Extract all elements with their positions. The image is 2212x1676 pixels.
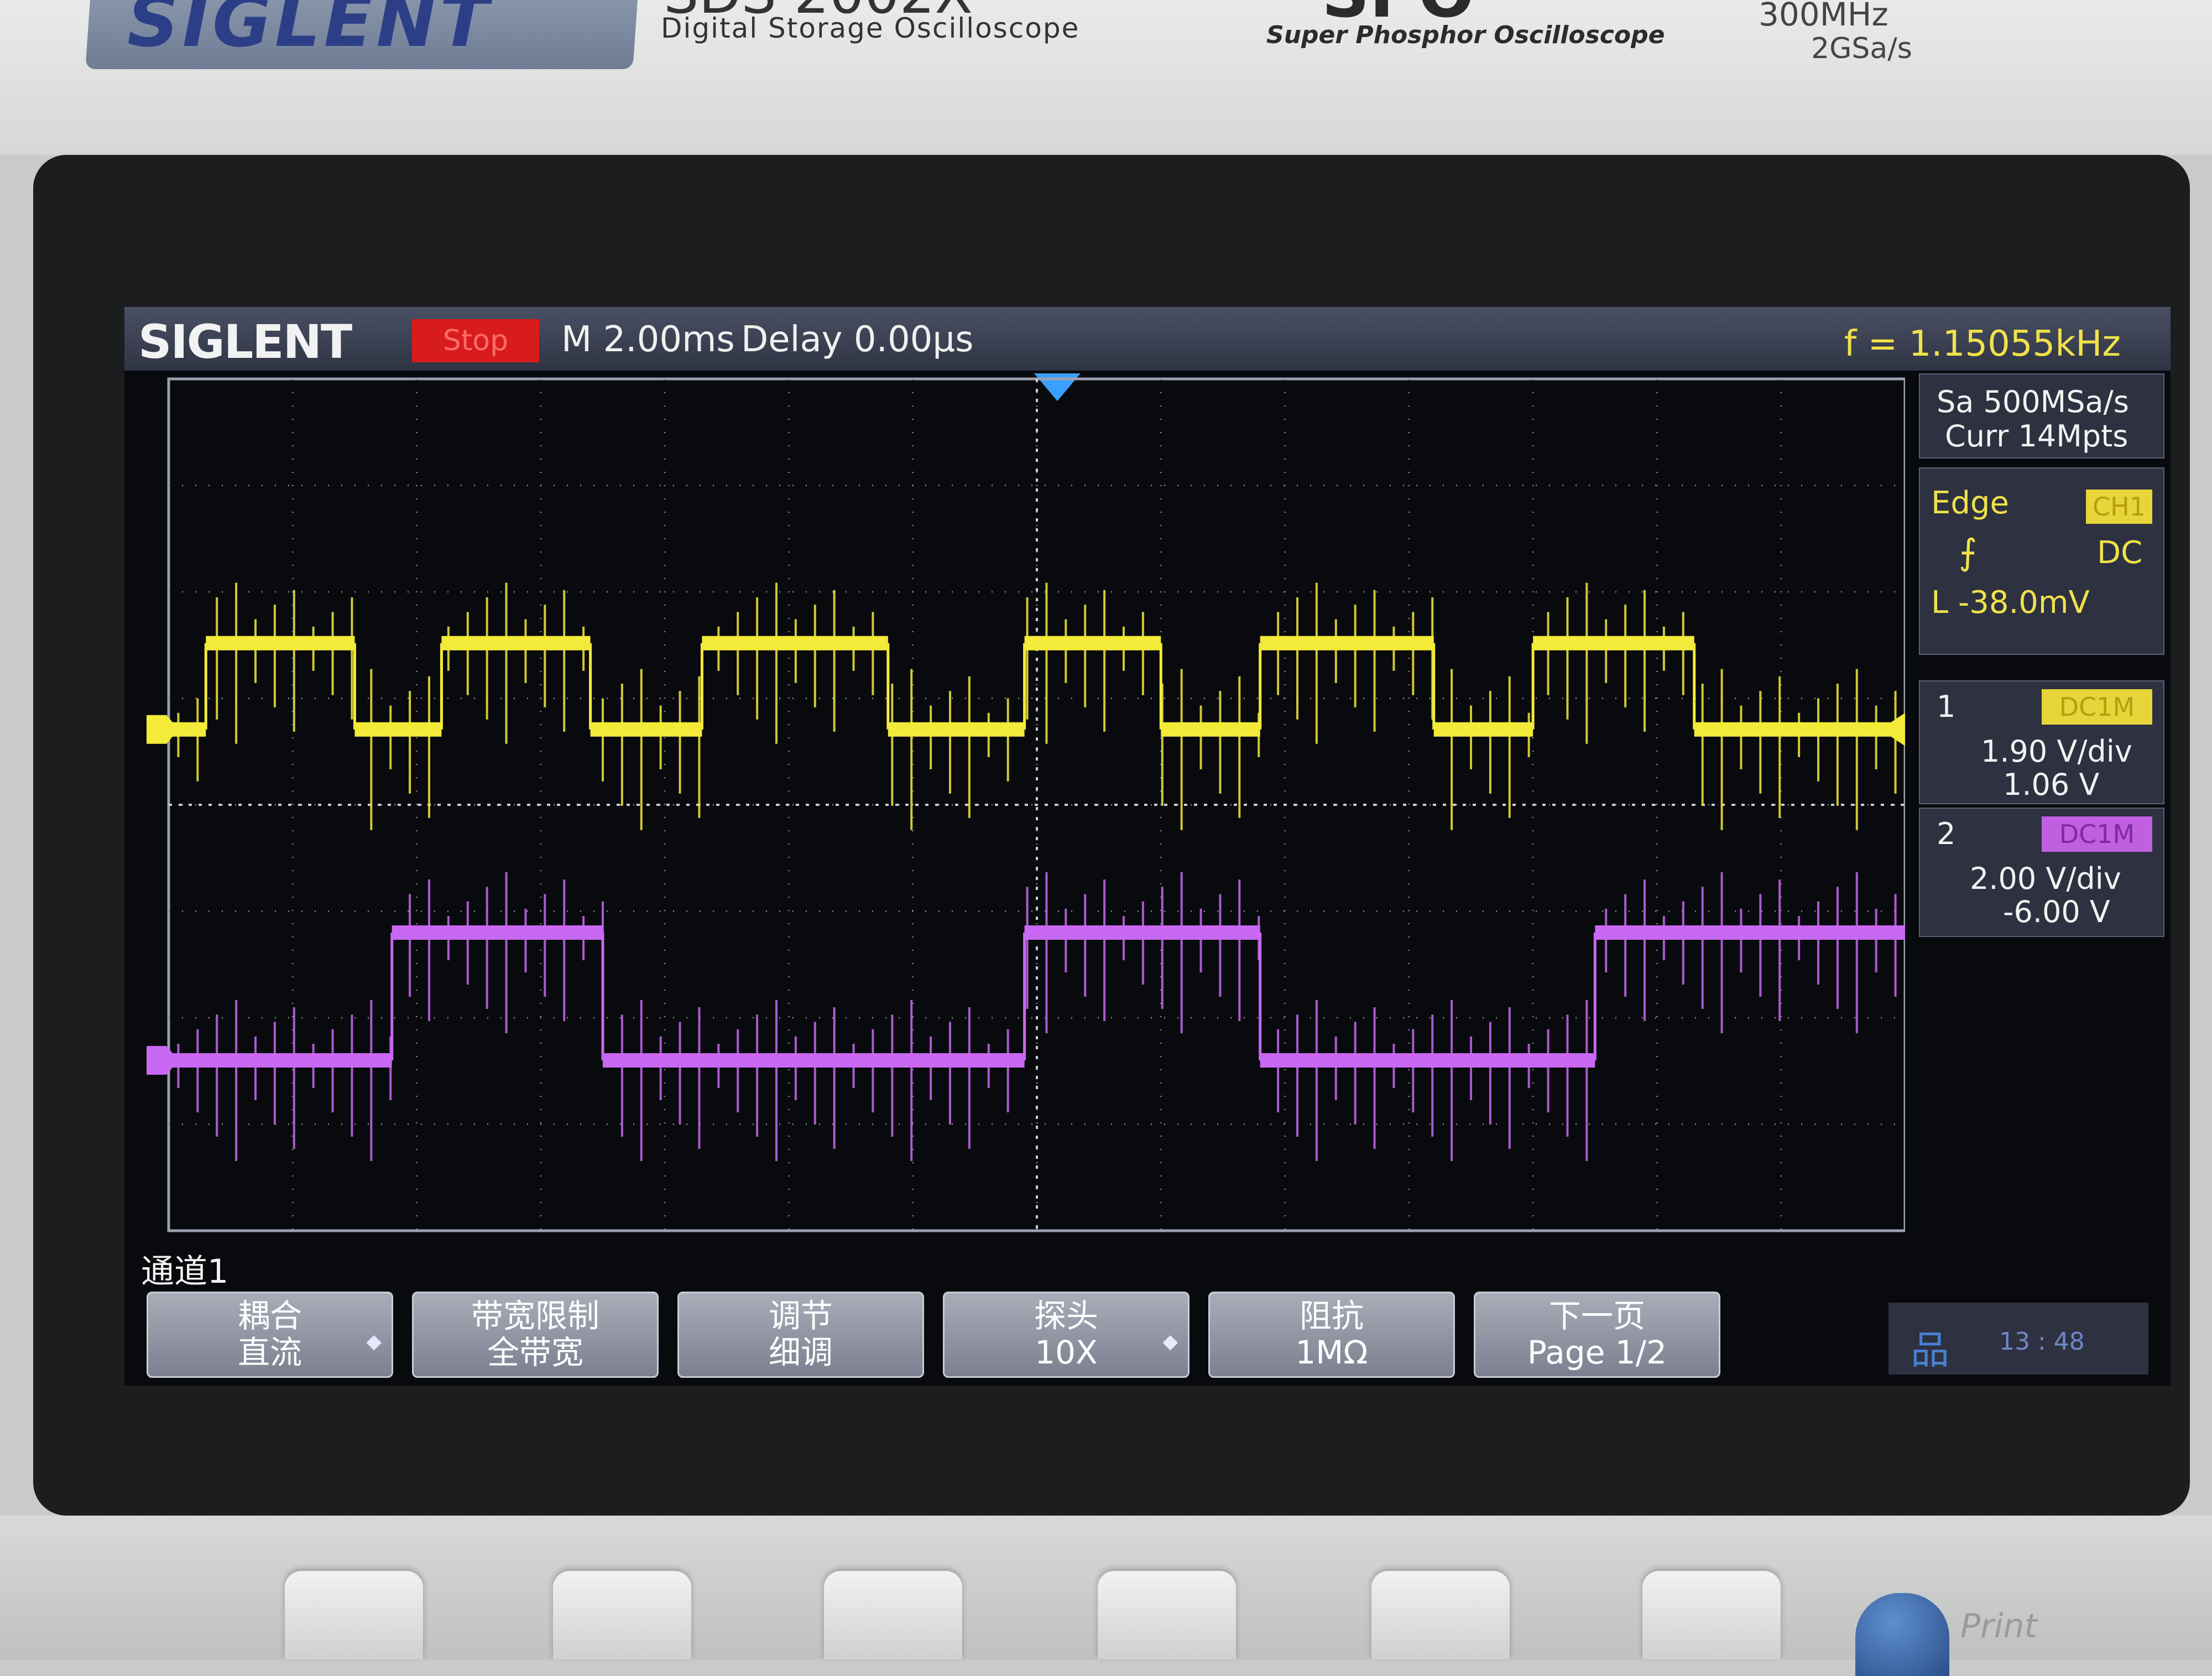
trigger-type: Edge (1931, 485, 2009, 521)
ch1-coupling-badge: DC1M (2042, 689, 2152, 725)
softkey-probe[interactable]: 探头 10X ◆ (943, 1292, 1190, 1378)
softkey-label: 带宽限制 (471, 1297, 599, 1335)
ch2-number: 2 (1937, 816, 1956, 851)
ch2-coupling-badge: DC1M (2042, 816, 2152, 852)
ch1-scale: 1.90 V/div (1981, 734, 2132, 769)
updown-arrow-icon: ◆ (1162, 1330, 1178, 1353)
print-button[interactable] (1855, 1593, 1949, 1676)
softkey-label: 耦合 (237, 1297, 302, 1335)
sample-rate-readout: Sa 500MSa/s (1937, 384, 2129, 419)
softkey-label: 阻抗 (1299, 1297, 1364, 1335)
timebase-readout: M 2.00ms (561, 319, 735, 360)
softkey-next-page[interactable]: 下一页 Page 1/2 (1474, 1292, 1720, 1378)
hardware-softkey-2[interactable] (553, 1571, 691, 1659)
lan-icon: 品 (1911, 1328, 1949, 1373)
softkey-value: Page 1/2 (1527, 1334, 1667, 1371)
frequency-readout: f = 1.15055kHz (1844, 324, 2121, 365)
ch1-offset: 1.06 V (2003, 767, 2100, 802)
softkey-label: 下一页 (1548, 1297, 1645, 1335)
softkey-label: 探头 (1034, 1297, 1098, 1335)
hardware-softkey-3[interactable] (824, 1571, 962, 1659)
hardware-softkey-1[interactable] (285, 1571, 423, 1659)
trigger-box[interactable]: Edge CH1 ⨍ DC L -38.0mV (1919, 467, 2164, 655)
bandwidth-label: 300MHz (1759, 0, 1888, 33)
spo-label: Super Phosphor Oscilloscope (1266, 21, 1665, 49)
rising-edge-icon: ⨍ (1959, 532, 1978, 573)
softkey-value: 1MΩ (1295, 1334, 1368, 1371)
status-tray: 品 13 : 48 (1888, 1303, 2148, 1375)
sample-rate-label: 2GSa/s (1811, 32, 1912, 65)
waveform-display (147, 377, 1905, 1232)
info-panel: Sa 500MSa/s Curr 14Mpts Edge CH1 ⨍ DC L … (1919, 371, 2171, 1056)
ch1-info-box[interactable]: 1 DC1M 1.90 V/div 1.06 V (1919, 680, 2164, 804)
ch1-number: 1 (1937, 689, 1956, 724)
softkey-coupling[interactable]: 耦合 直流 ◆ (147, 1292, 393, 1378)
status-bar: SIGLENT Stop M 2.00ms Delay 0.00µs f = 1… (124, 307, 2171, 371)
clock: 13 : 48 (1999, 1328, 2085, 1356)
instrument-type-label: Digital Storage Oscilloscope (661, 12, 1080, 44)
ch2-scale: 2.00 V/div (1970, 861, 2121, 896)
softkey-value: 10X (1035, 1334, 1098, 1371)
softkey-label: 调节 (768, 1297, 833, 1335)
softkey-value: 全带宽 (487, 1334, 583, 1371)
trigger-level-marker (1880, 712, 1905, 746)
hardware-softkey-5[interactable] (1371, 1571, 1510, 1659)
scope-screen: SIGLENT Stop M 2.00ms Delay 0.00µs f = 1… (124, 307, 2171, 1386)
softkey-impedance[interactable]: 阻抗 1MΩ (1208, 1292, 1455, 1378)
ch2-info-box[interactable]: 2 DC1M 2.00 V/div -6.00 V (1919, 808, 2164, 937)
trigger-level: L -38.0mV (1931, 585, 2090, 621)
trigger-coupling: DC (2097, 535, 2143, 571)
ch1-offset-marker (147, 715, 179, 744)
delay-readout: Delay 0.00µs (741, 319, 974, 360)
ch2-offset: -6.00 V (2003, 894, 2110, 929)
memory-depth-readout: Curr 14Mpts (1945, 419, 2128, 454)
hardware-softkey-4[interactable] (1098, 1571, 1236, 1659)
updown-arrow-icon: ◆ (366, 1330, 382, 1353)
top-panel: SIGLENT SDS 2002X Digital Storage Oscill… (0, 0, 2212, 155)
screen-logo: SIGLENT (138, 315, 352, 369)
ch2-offset-marker (147, 1046, 179, 1075)
print-label: Print (1960, 1607, 2038, 1646)
acquisition-box[interactable]: Sa 500MSa/s Curr 14Mpts (1919, 373, 2164, 459)
menu-title: 通道1 (141, 1252, 229, 1291)
run-state-badge[interactable]: Stop (412, 319, 539, 362)
softkey-value: 细调 (768, 1334, 833, 1371)
trigger-source-badge: CH1 (2086, 490, 2152, 524)
softkey-value: 直流 (237, 1334, 302, 1371)
softkey-bandwidth-limit[interactable]: 带宽限制 全带宽 (412, 1292, 659, 1378)
brand-logo: SIGLENT (127, 0, 492, 63)
hardware-softkey-6[interactable] (1642, 1571, 1781, 1659)
softkey-adjust[interactable]: 调节 细调 (677, 1292, 924, 1378)
